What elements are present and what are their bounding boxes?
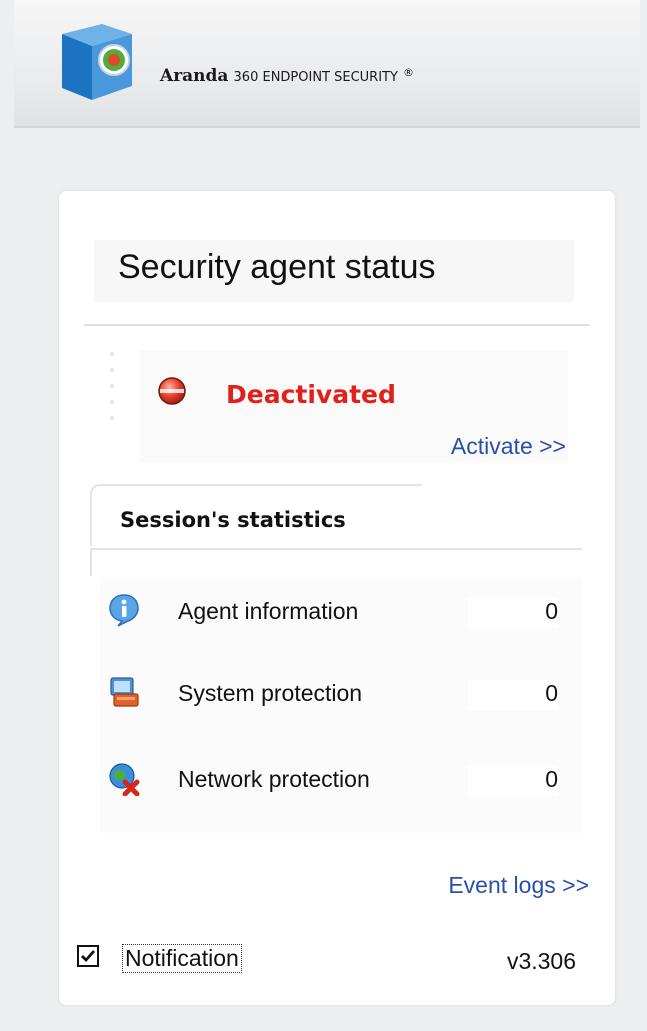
brand-name-bold: Aranda [160,66,229,86]
event-logs-link[interactable]: Event logs >> [448,872,589,899]
checkmark-icon [81,950,96,963]
network-protection-icon [109,763,140,796]
panel-title: Security agent status [118,248,436,286]
stat-value: 0 [468,598,558,628]
info-icon [109,594,139,627]
stat-value: 0 [468,766,558,796]
brand-name-rest: 360 ENDPOINT SECURITY [233,70,398,85]
status-red-light-icon [158,377,186,405]
stat-row-system-protection: System protection 0 [100,666,570,716]
stat-label: Network protection [178,766,370,792]
stat-row-agent-information: Agent information 0 [100,584,570,634]
status-text: Deactivated [226,380,396,409]
stats-divider [92,548,582,550]
system-protection-icon [110,677,139,707]
app-header: Aranda 360 ENDPOINT SECURITY ® [14,0,640,128]
notification-label[interactable]: Notification [122,944,242,973]
brand-mark: ® [403,66,415,79]
aranda-cube-logo-icon [62,24,132,100]
stat-label: Agent information [178,598,359,624]
stats-divider-edge [90,548,92,576]
stat-row-network-protection: Network protection 0 [100,752,570,802]
activate-link[interactable]: Activate >> [451,433,566,460]
notification-checkbox[interactable] [77,945,99,967]
version-label: v3.306 [506,948,576,974]
brand-name: Aranda 360 ENDPOINT SECURITY ® [160,66,414,86]
stat-label: System protection [178,680,363,706]
decorative-dots [108,352,116,432]
stats-title: Session's statistics [120,508,346,532]
stat-value: 0 [468,680,558,710]
divider [84,324,590,326]
